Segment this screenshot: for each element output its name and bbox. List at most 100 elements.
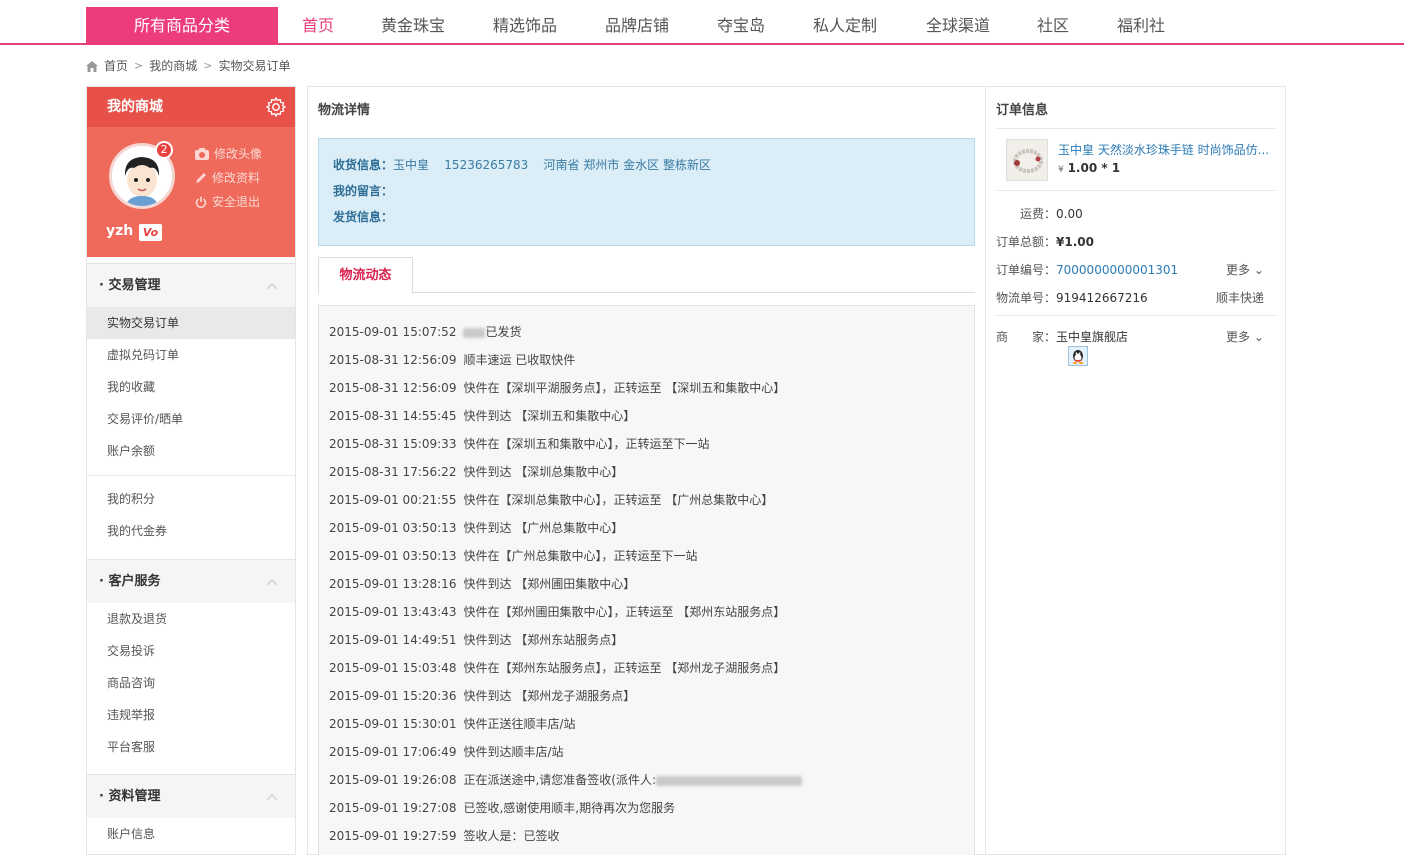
divider: [996, 128, 1276, 129]
change-avatar-link[interactable]: 修改头像: [195, 145, 262, 162]
nav-gold-jewelry[interactable]: 黄金珠宝: [363, 7, 463, 45]
nav-brand-stores[interactable]: 品牌店铺: [587, 7, 687, 45]
profile-title: 我的商城: [107, 99, 163, 115]
profile-header: 我的商城: [87, 87, 295, 127]
shipping-fee-row: 运费：0.00: [1020, 207, 1083, 221]
log-entry: 2015-08-31 12:56:09 顺丰速运 已收取快件: [329, 351, 575, 368]
breadcrumb-separator: >: [203, 59, 213, 72]
logistics-title: 物流详情: [318, 103, 371, 118]
breadcrumb-current: 实物交易订单: [218, 59, 291, 73]
log-entry: 2015-09-01 15:30:01 快件正送往顺丰店/站: [329, 715, 576, 732]
address-box: 收货信息：玉中皇 15236265783 河南省 郑州市 金水区 整栋新区 我的…: [318, 138, 975, 246]
log-text: 快件在【郑州东站服务点】，正转运至 【郑州龙子湖服务点】: [463, 661, 786, 675]
customer-service-menu: · 客户服务 退款及退货 交易投诉 商品咨询 违规举报 平台客服: [87, 559, 295, 763]
shipping-info: 发货信息：: [333, 210, 394, 224]
menu-item-virtual-orders[interactable]: 虚拟兑码订单: [87, 339, 295, 371]
log-text: 快件在【郑州圃田集散中心】，正转运至 【郑州东站服务点】: [463, 605, 786, 619]
menu-header-trade[interactable]: · 交易管理: [87, 263, 295, 307]
redacted-text: [463, 327, 486, 338]
log-text: 快件到达 【郑州龙子湖服务点】: [463, 689, 636, 703]
log-entry: 2015-09-01 15:07:52 已发货: [329, 323, 521, 340]
log-entry: 2015-09-01 15:03:48 快件在【郑州东站服务点】，正转运至 【郑州…: [329, 659, 785, 676]
nav-treasure-island[interactable]: 夺宝岛: [691, 7, 791, 45]
log-time: 2015-09-01 19:27:08: [329, 801, 457, 815]
chevron-up-icon: [267, 579, 277, 585]
order-number-row: 订单编号：7000000000001301: [996, 263, 1179, 277]
breadcrumb-mall[interactable]: 我的商城: [149, 57, 197, 75]
log-entry: 2015-09-01 14:49:51 快件到达 【郑州东站服务点】: [329, 631, 623, 648]
home-icon: [86, 60, 98, 72]
edit-profile-link[interactable]: 修改资料: [195, 169, 260, 186]
divider: [996, 315, 1276, 316]
log-time: 2015-09-01 19:27:59: [329, 829, 457, 843]
menu-header-service[interactable]: · 客户服务: [87, 559, 295, 603]
breadcrumb-separator: >: [134, 59, 144, 72]
log-time: 2015-09-01 15:30:01: [329, 717, 457, 731]
trade-management-menu: · 交易管理 实物交易订单 虚拟兑码订单 我的收藏 交易评价/晒单 账户余额 我…: [87, 263, 295, 547]
log-text: 快件正送往顺丰店/站: [463, 717, 576, 731]
menu-item-complaint[interactable]: 交易投诉: [87, 635, 295, 667]
order-more-link[interactable]: 更多 ⌄: [1226, 261, 1264, 278]
menu-item-points[interactable]: 我的积分: [87, 483, 295, 515]
top-nav: 所有商品分类 首页 黄金珠宝 精选饰品 品牌店铺 夺宝岛 私人定制 全球渠道 社…: [0, 0, 1404, 45]
nav-selected-accessories[interactable]: 精选饰品: [475, 7, 575, 45]
log-entry: 2015-09-01 03:50:13 快件到达 【广州总集散中心】: [329, 519, 623, 536]
product-thumbnail[interactable]: [1006, 139, 1048, 181]
username: yzh: [106, 223, 134, 239]
log-entry: 2015-09-01 19:27:08 已签收,感谢使用顺丰,期待再次为您服务: [329, 799, 675, 816]
log-time: 2015-08-31 17:56:22: [329, 465, 457, 479]
qq-chat-icon[interactable]: [1068, 346, 1088, 366]
log-entry: 2015-09-01 19:27:59 签收人是：已签收: [329, 827, 559, 844]
log-entry: 2015-09-01 17:06:49 快件到达顺丰店/站: [329, 743, 564, 760]
nav-custom[interactable]: 私人定制: [795, 7, 895, 45]
tab-bar: 物流动态: [318, 257, 975, 294]
menu-item-favorites[interactable]: 我的收藏: [87, 371, 295, 403]
nav-global[interactable]: 全球渠道: [908, 7, 1008, 45]
breadcrumb-home[interactable]: 首页: [104, 57, 128, 75]
nav-home[interactable]: 首页: [268, 7, 368, 45]
log-text: 快件到达 【郑州东站服务点】: [463, 633, 624, 647]
menu-item-account-info[interactable]: 账户信息: [87, 818, 295, 850]
menu-divider: [87, 475, 295, 476]
log-time: 2015-09-01 13:43:43: [329, 605, 457, 619]
log-time: 2015-08-31 14:55:45: [329, 409, 457, 423]
order-info-title: 订单信息: [996, 103, 1049, 118]
gear-icon[interactable]: [265, 96, 287, 118]
log-time: 2015-08-31 12:56:09: [329, 353, 457, 367]
log-entry: 2015-09-01 13:43:43 快件在【郑州圃田集散中心】，正转运至 【郑…: [329, 603, 785, 620]
log-time: 2015-08-31 15:09:33: [329, 437, 457, 451]
log-text: 快件到达 【深圳五和集散中心】: [463, 409, 636, 423]
chevron-up-icon: [267, 283, 277, 289]
menu-item-consult[interactable]: 商品咨询: [87, 667, 295, 699]
nav-community[interactable]: 社区: [1003, 7, 1103, 45]
product-name-link[interactable]: 玉中皇 天然淡水珍珠手链 时尚饰品仿...: [1058, 141, 1270, 158]
log-entry: 2015-09-01 19:26:08 正在派送途中,请您准备签收(派件人:: [329, 771, 802, 788]
log-time: 2015-09-01 13:28:16: [329, 577, 457, 591]
menu-item-vouchers[interactable]: 我的代金券: [87, 515, 295, 547]
log-text: 快件在【深圳总集散中心】，正转运至 【广州总集散中心】: [463, 493, 774, 507]
chevron-down-icon: ⌄: [1253, 263, 1264, 277]
log-entry: 2015-09-01 13:28:16 快件到达 【郑州圃田集散中心】: [329, 575, 635, 592]
menu-item-reviews[interactable]: 交易评价/晒单: [87, 403, 295, 435]
menu-header-data[interactable]: · 资料管理: [87, 774, 295, 818]
receiver-info: 收货信息：玉中皇 15236265783 河南省 郑州市 金水区 整栋新区: [333, 158, 711, 172]
all-categories-button[interactable]: 所有商品分类: [86, 7, 278, 45]
log-time: 2015-09-01 03:50:13: [329, 521, 457, 535]
menu-item-platform-service[interactable]: 平台客服: [87, 731, 295, 763]
log-text: 已签收,感谢使用顺丰,期待再次为您服务: [463, 801, 676, 815]
seller-row: 商 家：玉中皇旗舰店: [996, 330, 1129, 344]
menu-item-balance[interactable]: 账户余额: [87, 435, 295, 467]
redacted-text: [656, 775, 802, 786]
menu-item-physical-orders[interactable]: 实物交易订单: [87, 307, 295, 339]
log-time: 2015-09-01 14:49:51: [329, 633, 457, 647]
menu-item-refund[interactable]: 退款及退货: [87, 603, 295, 635]
logistics-panel: 物流详情 收货信息：玉中皇 15236265783 河南省 郑州市 金水区 整栋…: [307, 86, 985, 855]
nav-welfare[interactable]: 福利社: [1091, 7, 1191, 45]
log-entry: 2015-08-31 15:09:33 快件在【深圳五和集散中心】，正转运至下一站: [329, 435, 709, 452]
tab-logistics-status[interactable]: 物流动态: [318, 257, 413, 294]
menu-item-report[interactable]: 违规举报: [87, 699, 295, 731]
log-time: 2015-09-01 15:20:36: [329, 689, 457, 703]
logout-link[interactable]: 安全退出: [195, 193, 260, 210]
seller-more-link[interactable]: 更多 ⌄: [1226, 328, 1264, 345]
message-info: 我的留言：: [333, 184, 394, 198]
